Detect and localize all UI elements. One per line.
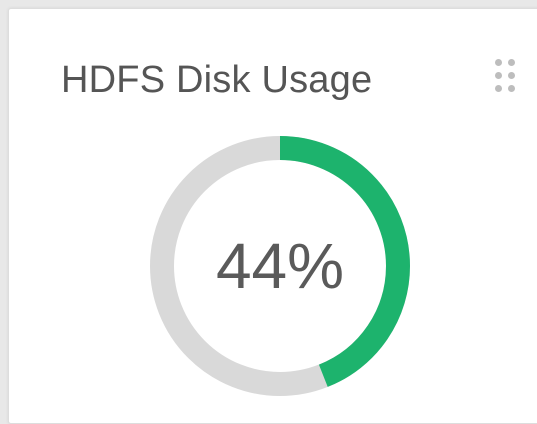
- handle-dot: [495, 72, 502, 79]
- hdfs-disk-usage-widget: HDFS Disk Usage 44%: [8, 8, 537, 424]
- drag-handle-dots-icon[interactable]: [493, 59, 519, 99]
- handle-dot: [508, 59, 515, 66]
- disk-usage-gauge: 44%: [145, 131, 415, 401]
- handle-dot: [508, 72, 515, 79]
- handle-dot: [495, 59, 502, 66]
- usage-percent-label: 44%: [215, 230, 345, 302]
- handle-dot: [495, 85, 502, 92]
- handle-dot: [508, 85, 515, 92]
- widget-title: HDFS Disk Usage: [61, 59, 373, 101]
